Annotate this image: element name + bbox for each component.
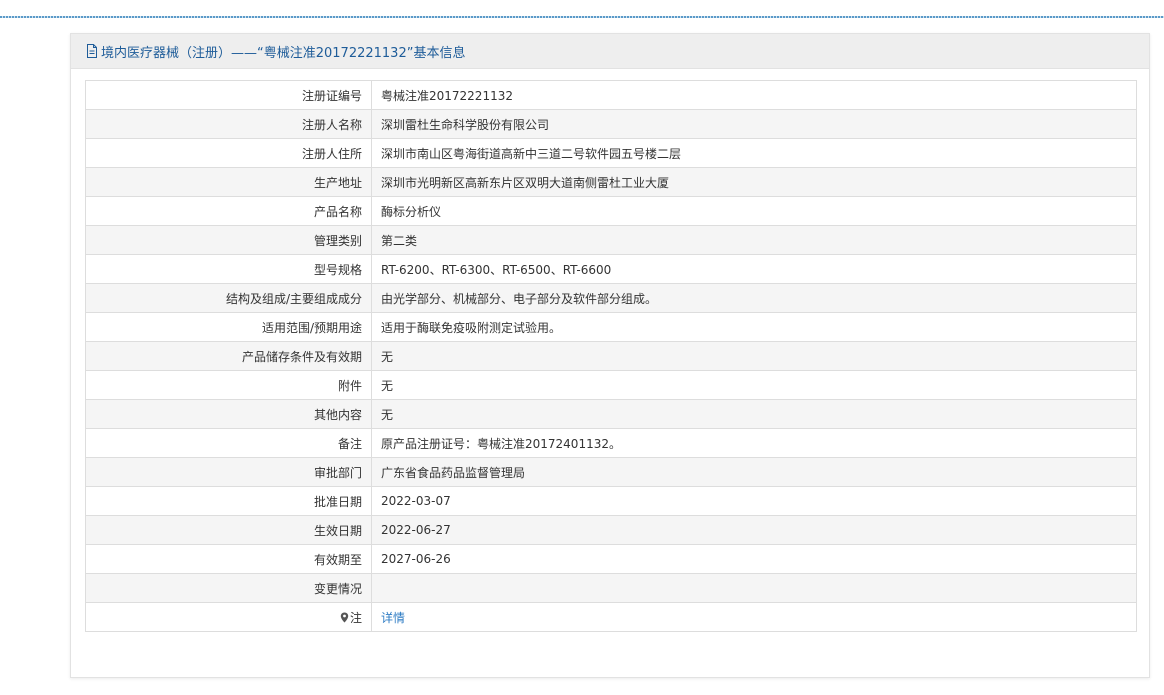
row-value: 无: [371, 399, 1137, 429]
row-label: 注册人名称: [85, 109, 372, 139]
row-label: 结构及组成/主要组成成分: [85, 283, 372, 313]
top-divider: [0, 16, 1164, 18]
table-row: 型号规格 RT-6200、RT-6300、RT-6500、RT-6600: [85, 254, 1137, 284]
table-row: 结构及组成/主要组成成分 由光学部分、机械部分、电子部分及软件部分组成。: [85, 283, 1137, 313]
table-row: 适用范围/预期用途 适用于酶联免疫吸附测定试验用。: [85, 312, 1137, 342]
row-value: 2022-06-27: [371, 515, 1137, 545]
table-row: 批准日期 2022-03-07: [85, 486, 1137, 516]
row-label: 生产地址: [85, 167, 372, 197]
table-row: 生产地址 深圳市光明新区高新东片区双明大道南侧雷杜工业大厦: [85, 167, 1137, 197]
table-row: 有效期至 2027-06-26: [85, 544, 1137, 574]
row-value: 由光学部分、机械部分、电子部分及软件部分组成。: [371, 283, 1137, 313]
row-label: 变更情况: [85, 573, 372, 603]
row-label: 附件: [85, 370, 372, 400]
row-value: 原产品注册证号：粤械注准20172401132。: [371, 428, 1137, 458]
row-label: 注册证编号: [85, 80, 372, 110]
row-value: 粤械注准20172221132: [371, 80, 1137, 110]
row-value: 深圳市南山区粤海街道高新中三道二号软件园五号楼二层: [371, 138, 1137, 168]
row-label: 注册人住所: [85, 138, 372, 168]
row-value: [371, 573, 1137, 603]
note-label-cell: 注: [85, 602, 372, 632]
table-row: 注册人住所 深圳市南山区粤海街道高新中三道二号软件园五号楼二层: [85, 138, 1137, 168]
row-value: 广东省食品药品监督管理局: [371, 457, 1137, 487]
note-row: 注 详情: [85, 602, 1137, 632]
row-label: 型号规格: [85, 254, 372, 284]
table-row: 产品名称 酶标分析仪: [85, 196, 1137, 226]
map-pin-icon: [340, 612, 349, 623]
table-row: 注册人名称 深圳雷杜生命科学股份有限公司: [85, 109, 1137, 139]
row-label: 生效日期: [85, 515, 372, 545]
table-row: 产品储存条件及有效期 无: [85, 341, 1137, 371]
row-label: 管理类别: [85, 225, 372, 255]
row-label: 审批部门: [85, 457, 372, 487]
row-label: 产品名称: [85, 196, 372, 226]
table-row: 审批部门 广东省食品药品监督管理局: [85, 457, 1137, 487]
table-row: 生效日期 2022-06-27: [85, 515, 1137, 545]
table-row: 备注 原产品注册证号：粤械注准20172401132。: [85, 428, 1137, 458]
row-value: 酶标分析仪: [371, 196, 1137, 226]
page-title: 境内医疗器械（注册）——“粤械注准20172221132”基本信息: [101, 45, 466, 61]
row-value: 深圳雷杜生命科学股份有限公司: [371, 109, 1137, 139]
row-value: RT-6200、RT-6300、RT-6500、RT-6600: [371, 254, 1137, 284]
row-value: 无: [371, 370, 1137, 400]
row-label: 适用范围/预期用途: [85, 312, 372, 342]
table-row: 其他内容 无: [85, 399, 1137, 429]
row-value: 无: [371, 341, 1137, 371]
table-row: 变更情况: [85, 573, 1137, 603]
row-value: 深圳市光明新区高新东片区双明大道南侧雷杜工业大厦: [371, 167, 1137, 197]
row-label: 产品储存条件及有效期: [85, 341, 372, 371]
document-icon: [86, 44, 98, 58]
panel-header: 境内医疗器械（注册）——“粤械注准20172221132”基本信息: [71, 34, 1149, 69]
row-label: 备注: [85, 428, 372, 458]
info-table: 注册证编号 粤械注准20172221132 注册人名称 深圳雷杜生命科学股份有限…: [85, 80, 1137, 632]
row-value: 适用于酶联免疫吸附测定试验用。: [371, 312, 1137, 342]
info-panel: 境内医疗器械（注册）——“粤械注准20172221132”基本信息 注册证编号 …: [70, 33, 1150, 678]
row-value: 2027-06-26: [371, 544, 1137, 574]
details-link[interactable]: 详情: [381, 611, 405, 625]
row-label: 其他内容: [85, 399, 372, 429]
row-value: 第二类: [371, 225, 1137, 255]
note-value-cell: 详情: [371, 602, 1137, 632]
row-label: 有效期至: [85, 544, 372, 574]
row-label: 批准日期: [85, 486, 372, 516]
table-row: 附件 无: [85, 370, 1137, 400]
note-label: 注: [349, 610, 362, 625]
row-value: 2022-03-07: [371, 486, 1137, 516]
table-row: 注册证编号 粤械注准20172221132: [85, 80, 1137, 110]
table-row: 管理类别 第二类: [85, 225, 1137, 255]
